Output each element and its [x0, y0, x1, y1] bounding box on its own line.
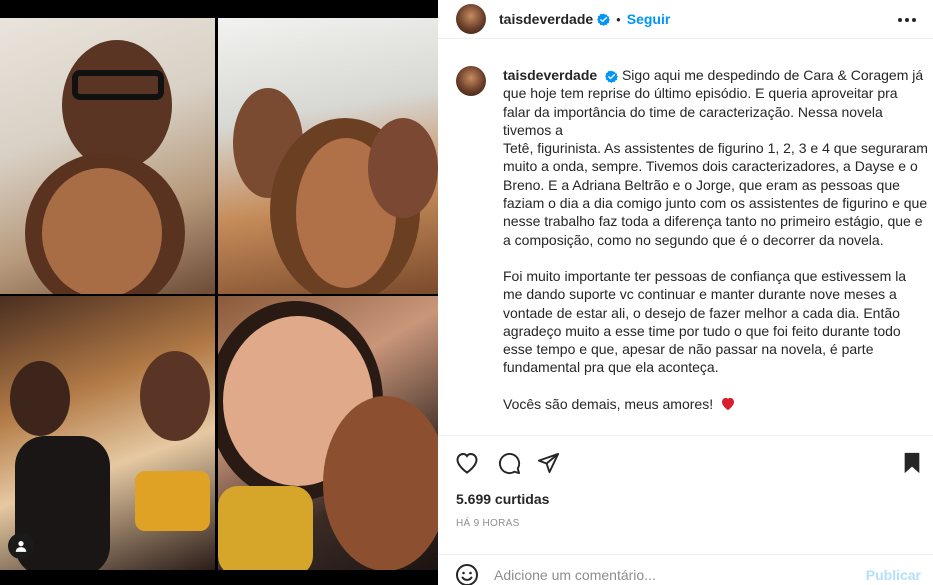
post-username[interactable]: taisdeverdade [499, 11, 593, 27]
more-options-icon[interactable] [895, 8, 919, 32]
comment-input[interactable] [494, 563, 854, 585]
photo-tile-1 [0, 18, 215, 294]
person-face [140, 351, 210, 441]
person-face [10, 361, 70, 436]
photo-collage [0, 18, 438, 570]
comment-bubble-icon[interactable] [496, 450, 522, 476]
person-face [368, 118, 438, 218]
person-face [323, 396, 438, 570]
comment-box: Publicar [438, 554, 933, 585]
follow-button[interactable]: Seguir [627, 11, 671, 27]
verified-badge-icon [605, 70, 619, 83]
verified-badge-icon [597, 13, 611, 26]
separator-dot: • [616, 11, 621, 27]
post-panel: taisdeverdade • Seguir taisdeverdade Sig… [438, 0, 933, 585]
person-body [218, 486, 313, 570]
red-heart-emoji-icon [722, 397, 734, 410]
caption-area: taisdeverdade Sigo aqui me despedindo de… [438, 40, 933, 435]
user-tag-icon[interactable] [8, 533, 34, 559]
post-media[interactable] [0, 0, 438, 585]
caption-paragraph-3: Vocês são demais, meus amores! [503, 395, 714, 412]
caption-paragraph-1b: Tetê, figurinista. As assistentes de fig… [503, 140, 928, 248]
person-face [42, 168, 162, 294]
actions-bar: 5.699 curtidas HÁ 9 HORAS [438, 435, 933, 545]
likes-count[interactable]: 5.699 curtidas [456, 491, 549, 507]
caption-text: taisdeverdade Sigo aqui me despedindo de… [503, 66, 928, 413]
post-header: taisdeverdade • Seguir [438, 0, 933, 39]
post-timestamp[interactable]: HÁ 9 HORAS [456, 518, 520, 529]
bookmark-filled-icon[interactable] [899, 450, 925, 476]
heart-outline-icon[interactable] [454, 450, 480, 476]
avatar[interactable] [456, 4, 486, 34]
caption: taisdeverdade Sigo aqui me despedindo de… [456, 66, 928, 413]
person-face [62, 40, 172, 170]
photo-tile-3 [0, 296, 215, 570]
caption-username[interactable]: taisdeverdade [503, 67, 597, 83]
photo-tile-4 [218, 296, 438, 570]
photo-tile-2 [218, 18, 438, 294]
glasses [72, 70, 164, 100]
publish-button[interactable]: Publicar [866, 567, 921, 583]
person-body [135, 471, 210, 531]
avatar[interactable] [456, 66, 486, 96]
paper-plane-icon[interactable] [535, 450, 561, 476]
smiley-face-icon[interactable] [454, 562, 480, 585]
caption-paragraph-2: Foi muito importante ter pessoas de conf… [503, 267, 907, 376]
